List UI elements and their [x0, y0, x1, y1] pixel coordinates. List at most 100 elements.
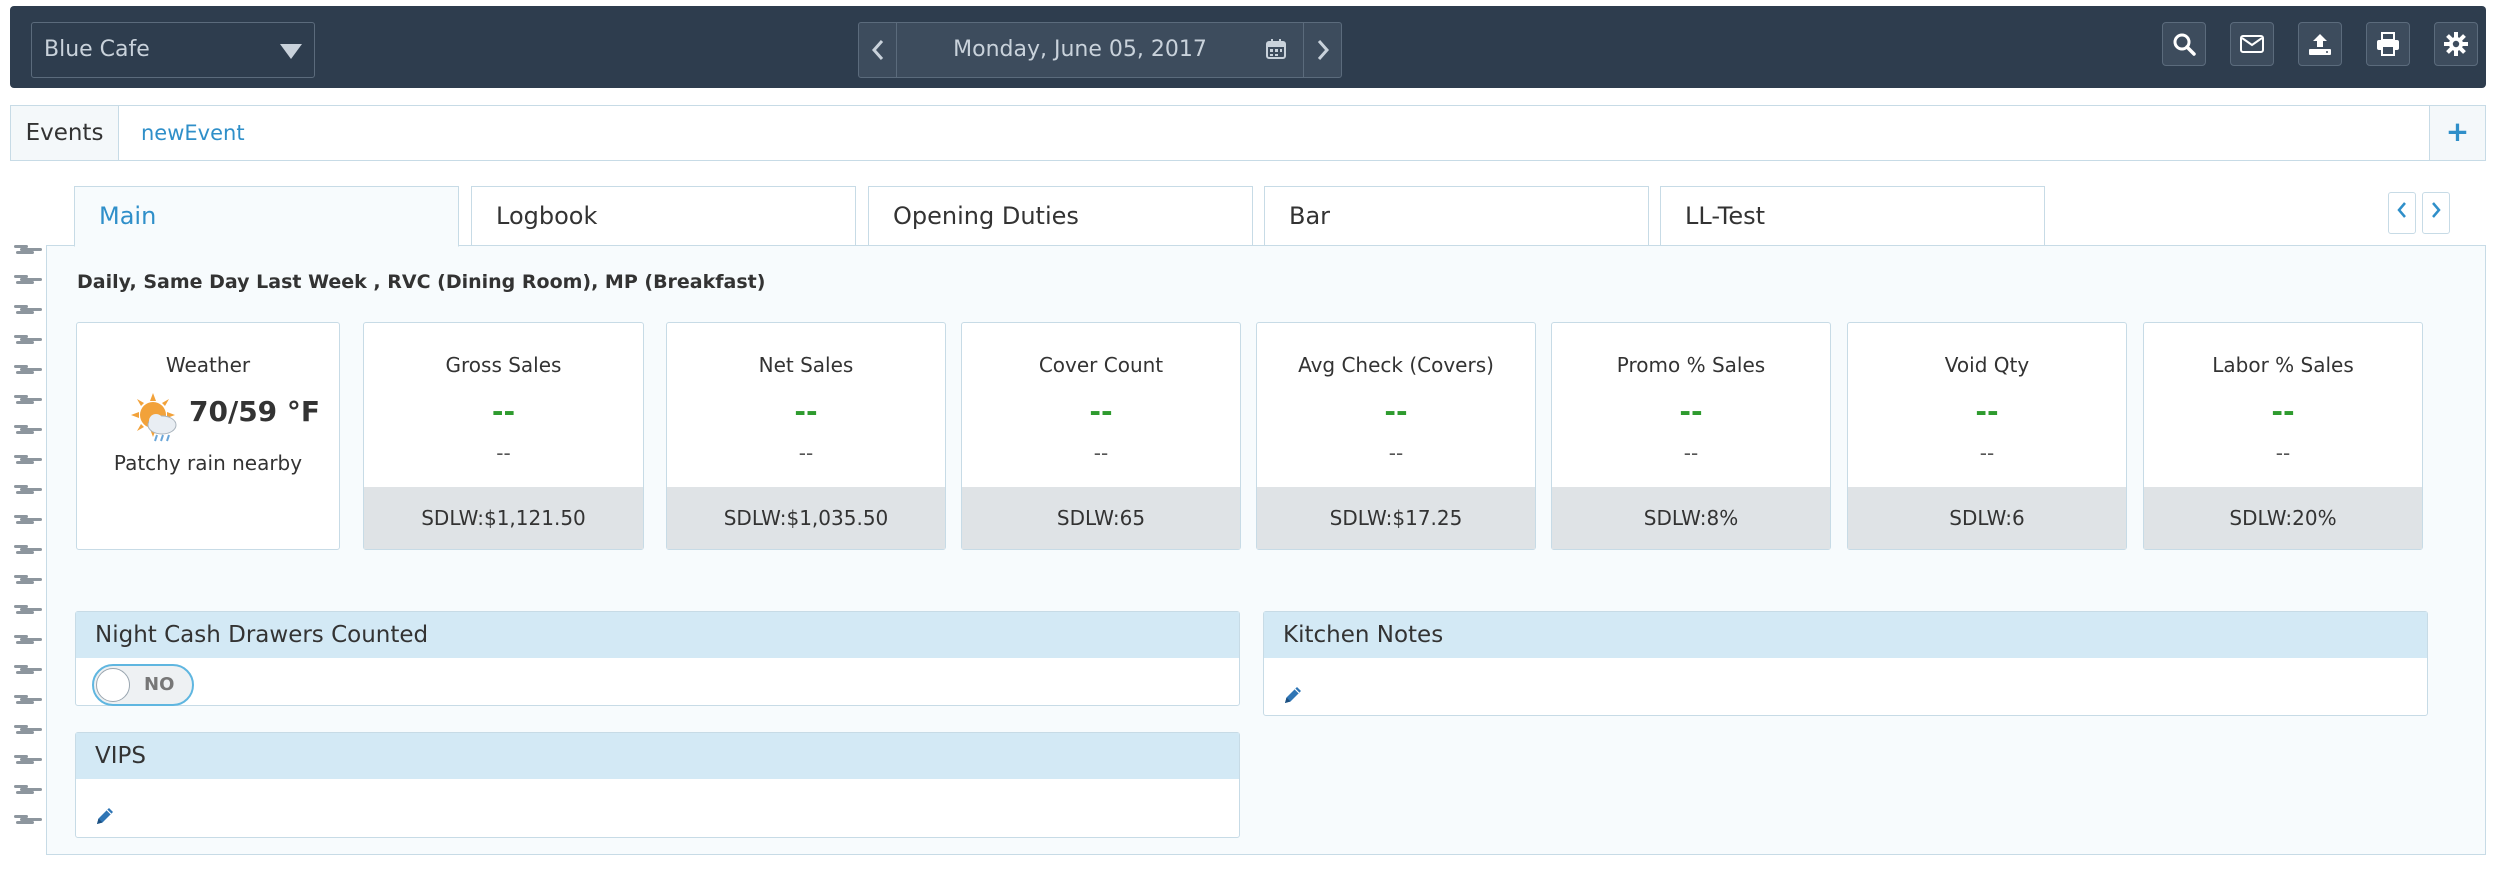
sun-cloud-rain-icon: [131, 393, 177, 442]
binding-ring: [14, 665, 50, 675]
filter-summary: Daily, Same Day Last Week , RVC (Dining …: [77, 271, 766, 293]
kpi-title: Void Qty: [1944, 353, 2030, 377]
print-icon: [2377, 32, 2399, 56]
card-title: VIPS: [76, 733, 1239, 779]
notebook-binding-decoration: [14, 245, 50, 855]
kpi-title: Avg Check (Covers): [1298, 353, 1494, 377]
binding-ring: [14, 515, 50, 525]
kpi-card-labor-sales[interactable]: Labor % Sales -- -- SDLW:20%: [2143, 322, 2423, 550]
binding-ring: [14, 725, 50, 735]
gear-icon: [2444, 32, 2468, 56]
binding-ring: [14, 545, 50, 555]
tab-logbook[interactable]: Logbook: [471, 186, 856, 246]
venue-select-value: Blue Cafe: [44, 37, 150, 62]
kpi-card-void-qty[interactable]: Void Qty -- -- SDLW:6: [1847, 322, 2127, 550]
night-cash-toggle[interactable]: NO: [92, 664, 194, 706]
binding-ring: [14, 305, 50, 315]
kpi-comparison: --: [1683, 441, 1699, 465]
binding-ring: [14, 605, 50, 615]
toggle-label: NO: [144, 674, 175, 695]
binding-ring: [14, 695, 50, 705]
current-date[interactable]: Monday, June 05, 2017: [897, 23, 1303, 77]
tabs-scroll-right-button[interactable]: [2422, 192, 2450, 234]
kpi-card-avg-check[interactable]: Avg Check (Covers) -- -- SDLW:$17.25: [1256, 322, 1536, 550]
settings-button[interactable]: [2434, 22, 2478, 66]
weather-card: Weather 70/59 °F Patchy rain nearby: [76, 322, 340, 550]
top-toolbar: Blue Cafe Monday, June 05, 2017: [10, 6, 2486, 88]
upload-button[interactable]: [2298, 22, 2342, 66]
kpi-sdlw: SDLW:8%: [1552, 487, 1830, 549]
kpi-card-cover-count[interactable]: Cover Count -- -- SDLW:65: [961, 322, 1241, 550]
tabs-scroll-left-button[interactable]: [2388, 192, 2416, 234]
binding-ring: [14, 815, 50, 825]
kpi-sdlw: SDLW:6: [1848, 487, 2126, 549]
kpi-value: --: [1975, 395, 1999, 428]
card-title: Kitchen Notes: [1264, 612, 2427, 658]
chevron-left-icon: [2397, 202, 2406, 218]
kitchen-notes-card: Kitchen Notes: [1263, 611, 2428, 716]
pencil-icon[interactable]: [94, 805, 116, 827]
binding-ring: [14, 755, 50, 765]
night-cash-drawers-card: Night Cash Drawers Counted NO: [75, 611, 1240, 706]
upload-icon: [2309, 34, 2331, 55]
pencil-icon[interactable]: [1282, 684, 1304, 706]
calendar-icon[interactable]: [1265, 38, 1287, 60]
search-button[interactable]: [2162, 22, 2206, 66]
search-icon: [2173, 33, 2196, 56]
kpi-title: Labor % Sales: [2212, 353, 2354, 377]
tab-opening-duties[interactable]: Opening Duties: [868, 186, 1253, 246]
kpi-sdlw: SDLW:$1,121.50: [364, 487, 643, 549]
binding-ring: [14, 245, 50, 255]
kpi-comparison: --: [1093, 441, 1109, 465]
print-button[interactable]: [2366, 22, 2410, 66]
kpi-value: --: [491, 395, 516, 428]
email-button[interactable]: [2230, 22, 2274, 66]
tab-ll-test[interactable]: LL-Test: [1660, 186, 2045, 246]
add-event-button[interactable]: +: [2429, 106, 2485, 160]
kpi-comparison: --: [496, 441, 511, 465]
kpi-value: --: [1679, 395, 1703, 428]
binding-ring: [14, 455, 50, 465]
envelope-icon: [2240, 35, 2264, 53]
weather-title: Weather: [165, 353, 251, 377]
kpi-comparison: --: [2275, 441, 2291, 465]
kpi-card-net-sales[interactable]: Net Sales -- -- SDLW:$1,035.50: [666, 322, 946, 550]
binding-ring: [14, 635, 50, 645]
card-title: Night Cash Drawers Counted: [76, 612, 1239, 658]
kpi-card-gross-sales[interactable]: Gross Sales -- -- SDLW:$1,121.50: [363, 322, 644, 550]
previous-day-button[interactable]: [859, 23, 897, 77]
kpi-sdlw: SDLW:$17.25: [1257, 487, 1535, 549]
toggle-knob: [96, 668, 130, 702]
tab-bar[interactable]: Bar: [1264, 186, 1649, 246]
binding-ring: [14, 425, 50, 435]
next-day-button[interactable]: [1303, 23, 1341, 77]
events-bar: Events newEvent +: [10, 105, 2486, 161]
binding-ring: [14, 395, 50, 405]
date-navigator: Monday, June 05, 2017: [858, 22, 1342, 78]
binding-ring: [14, 275, 50, 285]
chevron-right-icon: [2432, 202, 2441, 218]
weather-temperature: 70/59 °F: [189, 395, 321, 428]
kpi-sdlw: SDLW:65: [962, 487, 1240, 549]
kpi-comparison: --: [1979, 441, 1995, 465]
kpi-value: --: [794, 395, 818, 428]
kpi-title: Promo % Sales: [1616, 353, 1766, 377]
binding-ring: [14, 785, 50, 795]
kpi-title: Gross Sales: [445, 353, 562, 377]
binding-ring: [14, 365, 50, 375]
kpi-title: Net Sales: [758, 353, 854, 377]
tab-main[interactable]: Main: [74, 186, 459, 247]
kpi-title: Cover Count: [1038, 353, 1164, 377]
event-link[interactable]: newEvent: [141, 106, 245, 160]
venue-select[interactable]: Blue Cafe: [31, 22, 315, 78]
kpi-value: --: [1089, 395, 1113, 428]
chevron-right-icon: [1317, 40, 1329, 60]
kpi-card-promo-sales[interactable]: Promo % Sales -- -- SDLW:8%: [1551, 322, 1831, 550]
weather-description: Patchy rain nearby: [113, 451, 303, 475]
kpi-sdlw: SDLW:$1,035.50: [667, 487, 945, 549]
chevron-left-icon: [871, 40, 883, 60]
kpi-comparison: --: [798, 441, 814, 465]
binding-ring: [14, 485, 50, 495]
kpi-sdlw: SDLW:20%: [2144, 487, 2422, 549]
events-label: Events: [11, 106, 119, 160]
